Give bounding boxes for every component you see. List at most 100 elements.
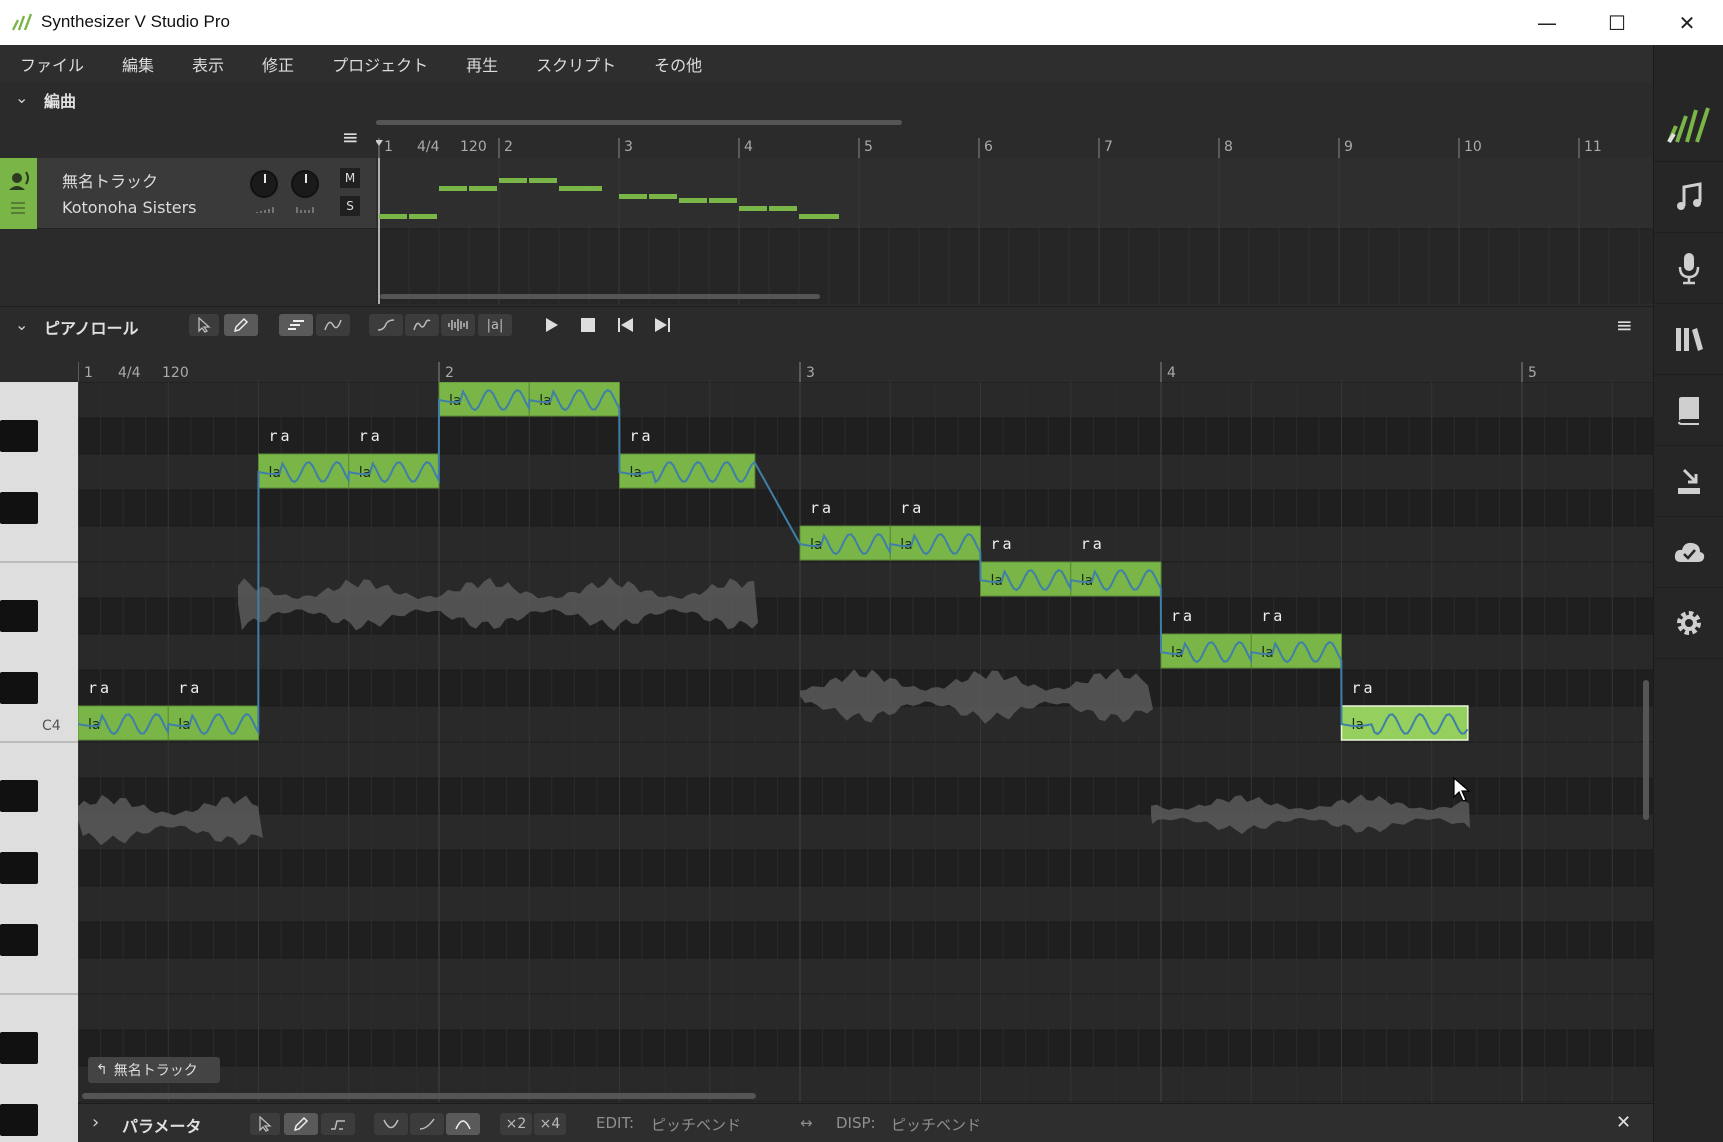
arrangement-top-scrollbar[interactable] bbox=[376, 120, 902, 125]
track-list-empty-area[interactable] bbox=[0, 229, 376, 304]
arrangement-empty-lane bbox=[376, 229, 1653, 304]
black-key bbox=[0, 1032, 38, 1064]
swap-arrows-icon[interactable]: ↔ bbox=[800, 1114, 813, 1132]
book-icon[interactable] bbox=[1654, 375, 1723, 446]
pitch-wave-icon bbox=[413, 319, 431, 331]
piano-roll-vertical-scrollbar[interactable] bbox=[1643, 680, 1649, 820]
arrangement-ruler[interactable]: 1 2 3 4 5 6 7 8 9 10 11 4/4 120 bbox=[375, 128, 1653, 158]
menu-edit[interactable]: 編集 bbox=[122, 52, 154, 76]
close-parameter-panel-button[interactable]: ✕ bbox=[1616, 1112, 1631, 1133]
arrangement-header: ⌄ 編曲 bbox=[0, 82, 1653, 116]
pen-tool-button[interactable] bbox=[224, 314, 258, 336]
param-step-icon bbox=[331, 1120, 345, 1130]
track-name[interactable]: 無名トラック bbox=[62, 168, 158, 192]
maximize-button[interactable]: ☐ bbox=[1582, 0, 1652, 45]
pan-knob[interactable] bbox=[291, 170, 319, 198]
menu-modify[interactable]: 修正 bbox=[262, 52, 294, 76]
select-tool-button[interactable] bbox=[189, 314, 219, 336]
piano-roll-horizontal-scrollbar[interactable] bbox=[82, 1093, 756, 1099]
solo-button[interactable]: S bbox=[340, 196, 360, 216]
param-x4-button[interactable]: ×4 bbox=[534, 1113, 566, 1135]
piano-roll-menu-icon[interactable]: ≡ bbox=[1616, 313, 1633, 337]
arrangement-canvas[interactable] bbox=[376, 158, 1653, 304]
skip-forward-icon[interactable] bbox=[653, 317, 671, 333]
menu-file[interactable]: ファイル bbox=[20, 52, 84, 76]
param-dip-button[interactable] bbox=[374, 1113, 408, 1135]
note-tool-button[interactable] bbox=[279, 314, 313, 336]
pr-bar-label: 1 bbox=[84, 365, 93, 381]
menu-playback[interactable]: 再生 bbox=[466, 52, 498, 76]
track-voice-name[interactable]: Kotonoha Sisters bbox=[62, 198, 196, 217]
mouse-cursor-icon bbox=[1453, 777, 1471, 802]
param-arch-button[interactable] bbox=[446, 1113, 480, 1135]
library-icon[interactable] bbox=[1654, 304, 1723, 375]
piano-roll-ruler-svg: 1 2 3 4 5 4/4 120 bbox=[77, 362, 1537, 382]
pitch-curve-toggle[interactable] bbox=[405, 314, 439, 336]
menu-other[interactable]: その他 bbox=[654, 52, 702, 76]
curve-icon bbox=[324, 319, 342, 331]
param-x2-button[interactable]: ×2 bbox=[500, 1113, 532, 1135]
piano-roll-title: ピアノロール bbox=[44, 319, 139, 338]
waveform-toggle[interactable] bbox=[441, 314, 475, 336]
note-phoneme: ra bbox=[88, 679, 112, 697]
skip-back-icon[interactable] bbox=[617, 317, 635, 333]
parameter-title: パラメータ bbox=[122, 1117, 202, 1136]
black-key bbox=[0, 672, 38, 704]
render-icon[interactable] bbox=[1654, 446, 1723, 517]
arr-mini-note bbox=[679, 198, 707, 203]
minimize-button[interactable]: — bbox=[1512, 0, 1582, 45]
black-key bbox=[0, 924, 38, 956]
logo-icon bbox=[1654, 91, 1723, 162]
arr-bar-label: 7 bbox=[1104, 139, 1113, 155]
pr-pitch-row bbox=[78, 1030, 1653, 1066]
black-key bbox=[0, 600, 38, 632]
black-key bbox=[0, 780, 38, 812]
pitch-line-toggle[interactable] bbox=[369, 314, 403, 336]
piano-keyboard[interactable]: C4 bbox=[0, 382, 78, 1142]
stop-icon[interactable] bbox=[580, 317, 596, 333]
edit-parameter-select[interactable]: ピッチベンド bbox=[651, 1114, 741, 1135]
music-note-icon[interactable] bbox=[1654, 162, 1723, 233]
phoneme-toggle[interactable]: |a| bbox=[478, 314, 512, 336]
edit-label: EDIT: bbox=[596, 1114, 635, 1132]
piano-roll-ruler[interactable]: 1 2 3 4 5 4/4 120 bbox=[77, 358, 1653, 382]
piano-roll-header: ⌄ ピアノロール |a| ≡ bbox=[0, 306, 1653, 342]
track-header[interactable]: 無名トラック Kotonoha Sisters M S bbox=[0, 158, 376, 229]
arr-bar-label: 6 bbox=[984, 139, 993, 155]
arrangement-menu-icon[interactable]: ≡ bbox=[342, 127, 362, 148]
param-rise-button[interactable] bbox=[410, 1113, 444, 1135]
display-parameter-select[interactable]: ピッチベンド bbox=[891, 1114, 981, 1135]
curve-tool-button[interactable] bbox=[316, 314, 350, 336]
current-track-tag[interactable]: ↰ 無名トラック bbox=[88, 1057, 220, 1083]
play-icon[interactable] bbox=[543, 316, 559, 334]
piano-roll-canvas[interactable]: ralaralaralaralaralaralaralaralaralarala… bbox=[78, 382, 1653, 1102]
param-select-tool-button[interactable] bbox=[250, 1113, 280, 1135]
param-dip-icon bbox=[383, 1119, 399, 1129]
arrangement-bottom-scrollbar[interactable] bbox=[380, 294, 820, 299]
param-step-tool-button[interactable] bbox=[321, 1113, 355, 1135]
settings-icon[interactable] bbox=[1654, 588, 1723, 659]
param-pen-tool-button[interactable] bbox=[284, 1113, 318, 1135]
menu-view[interactable]: 表示 bbox=[192, 52, 224, 76]
note-phoneme: ra bbox=[900, 499, 924, 517]
close-window-button[interactable]: ✕ bbox=[1652, 0, 1722, 45]
arr-mini-note bbox=[439, 186, 467, 191]
menu-project[interactable]: プロジェクト bbox=[332, 52, 428, 76]
volume-knob[interactable] bbox=[250, 170, 278, 198]
menu-script[interactable]: スクリプト bbox=[536, 52, 616, 76]
arr-mini-note bbox=[409, 214, 437, 219]
track-color-strip bbox=[0, 158, 37, 229]
pr-pitch-row bbox=[78, 742, 1653, 778]
pr-bar-label: 3 bbox=[806, 365, 815, 381]
arr-mini-note bbox=[529, 178, 557, 183]
pr-pitch-row bbox=[78, 922, 1653, 958]
microphone-icon[interactable] bbox=[1654, 233, 1723, 304]
note-phoneme: ra bbox=[630, 427, 654, 445]
window-title: Synthesizer V Studio Pro bbox=[41, 12, 230, 31]
piano-roll-collapse-chevron-icon[interactable]: ⌄ bbox=[15, 315, 28, 334]
arr-bar-label: 9 bbox=[1344, 139, 1353, 155]
arrangement-collapse-chevron-icon[interactable]: ⌄ bbox=[15, 88, 28, 107]
cloud-icon[interactable] bbox=[1654, 517, 1723, 588]
mute-button[interactable]: M bbox=[340, 168, 360, 188]
parameter-expand-chevron-icon[interactable]: › bbox=[92, 1112, 99, 1133]
